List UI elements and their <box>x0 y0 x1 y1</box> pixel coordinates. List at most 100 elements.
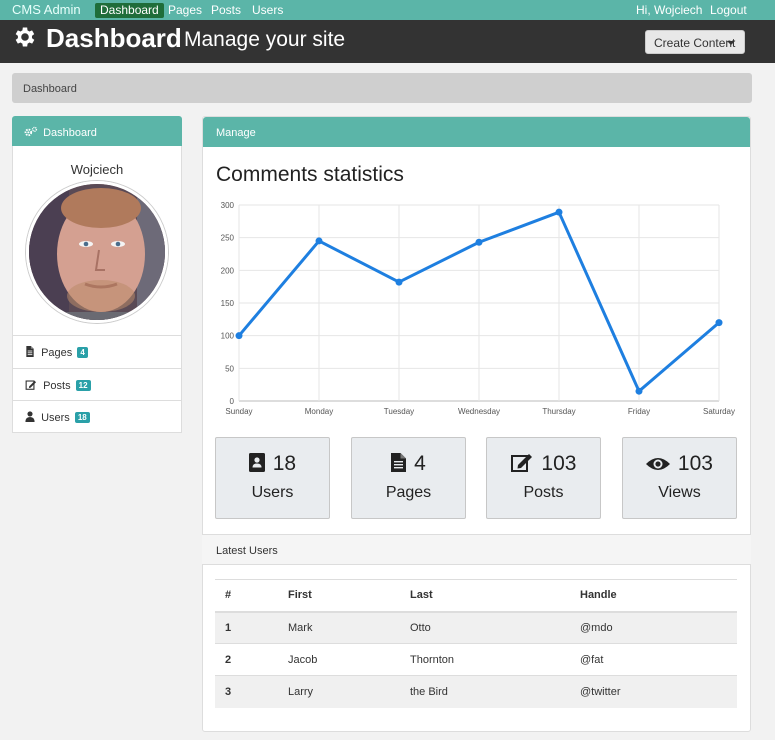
latest-users-heading: Latest Users <box>202 534 751 565</box>
y-tick-label: 300 <box>221 201 235 210</box>
y-tick-label: 200 <box>221 266 235 275</box>
data-point <box>555 208 563 216</box>
count-badge: 18 <box>74 412 90 423</box>
table-cell: Mark <box>278 611 400 644</box>
stat-label: Views <box>658 484 701 501</box>
stat-label: Users <box>251 484 294 501</box>
data-point <box>475 238 483 246</box>
sidebar-item-label: Pages <box>41 347 73 359</box>
cogs-icon <box>24 126 38 137</box>
y-tick-label: 50 <box>225 364 234 373</box>
profile-name: Wojciech <box>70 162 124 177</box>
comments-line-chart: 0 50 100 150 200 250 300 Sunday Monday Tuesday Wed… <box>221 201 735 416</box>
nav-posts[interactable]: Posts <box>211 3 241 17</box>
gear-icon <box>15 27 35 47</box>
count-badge: 12 <box>75 380 91 391</box>
x-tick-label: Friday <box>628 407 650 416</box>
sidebar: Dashboard Wojciech Pages 4 Posts 12 User… <box>12 116 182 433</box>
stat-label: Pages <box>385 484 432 501</box>
main-heading: Manage <box>203 117 750 147</box>
table-cell: Larry <box>278 675 400 708</box>
y-tick-label: 100 <box>221 332 235 341</box>
sidebar-heading-label: Dashboard <box>43 127 97 139</box>
column-header: First <box>278 579 400 613</box>
latest-users-table: # First Last Handle 1 Mark Otto @mdo 2 J… <box>215 579 737 708</box>
avatar <box>26 181 168 323</box>
stat-users-card[interactable]: 18 Users <box>215 437 330 519</box>
chart-title: Comments statistics <box>216 163 404 186</box>
page-title: Dashboard <box>46 23 182 53</box>
data-point <box>715 319 723 327</box>
table-cell: 3 <box>215 675 278 708</box>
sidebar-item-posts[interactable]: Posts 12 <box>13 368 181 400</box>
table-row: 3 Larry the Bird @twitter <box>215 675 737 708</box>
column-header: Last <box>400 579 570 613</box>
count-badge: 4 <box>77 347 88 358</box>
table-row: 2 Jacob Thornton @fat <box>215 643 737 676</box>
table-cell: 2 <box>215 643 278 676</box>
edit-icon <box>510 454 532 472</box>
sidebar-item-label: Posts <box>43 380 71 392</box>
x-tick-label: Monday <box>305 407 333 416</box>
x-tick-label: Sunday <box>225 407 252 416</box>
create-content-button[interactable]: Create Content <box>645 30 745 54</box>
table-cell: Jacob <box>278 643 400 676</box>
eye-icon <box>646 458 671 470</box>
stat-posts-card[interactable]: 103 Posts <box>486 437 601 519</box>
stat-value-row: 4 <box>352 452 465 476</box>
data-point <box>235 332 243 340</box>
stat-pages-card[interactable]: 4 Pages <box>351 437 466 519</box>
stat-value: 103 <box>677 452 713 475</box>
x-tick-label: Wednesday <box>458 407 500 416</box>
y-tick-label: 250 <box>221 234 235 243</box>
nav-dashboard[interactable]: Dashboard <box>95 3 164 18</box>
y-tick-label: 0 <box>230 397 235 406</box>
sidebar-heading[interactable]: Dashboard <box>12 116 182 146</box>
edit-icon <box>25 380 37 390</box>
table-cell: @fat <box>570 643 737 676</box>
nav-logout[interactable]: Logout <box>710 3 747 17</box>
main-panel: Manage Comments statistics 0 50 100 150 200 2… <box>202 116 751 732</box>
column-header: # <box>215 579 278 613</box>
table-row: 1 Mark Otto @mdo <box>215 611 737 644</box>
user-icon <box>25 411 35 422</box>
x-tick-label: Saturday <box>703 407 735 416</box>
stat-label: Posts <box>523 484 564 501</box>
table-cell: @mdo <box>570 611 737 644</box>
stat-value: 4 <box>414 452 426 475</box>
caret-down-icon <box>727 41 735 45</box>
top-navbar: CMS Admin Dashboard Pages Posts Users Hi… <box>0 0 775 20</box>
data-point <box>635 387 643 395</box>
table-cell: Otto <box>400 611 570 644</box>
contact-card-icon <box>248 453 265 472</box>
page-header: Dashboard Manage your site Create Conten… <box>0 20 775 63</box>
table-cell: the Bird <box>400 675 570 708</box>
stat-value-row: 18 <box>216 452 329 476</box>
stat-value: 103 <box>541 452 577 475</box>
sidebar-item-users[interactable]: Users 18 <box>13 400 181 432</box>
table-header-row: # First Last Handle <box>215 579 737 613</box>
brand-link[interactable]: CMS Admin <box>12 2 81 17</box>
file-icon <box>26 346 34 357</box>
nav-greeting[interactable]: Hi, Wojciech <box>636 3 702 17</box>
breadcrumb-item: Dashboard <box>23 83 77 95</box>
table-cell: 1 <box>215 611 278 644</box>
x-tick-label: Tuesday <box>384 407 414 416</box>
column-header: Handle <box>570 579 737 613</box>
table-cell: Thornton <box>400 643 570 676</box>
data-point <box>395 278 403 286</box>
stat-value-row: 103 <box>623 452 736 476</box>
profile-card: Wojciech <box>12 146 182 336</box>
data-point <box>315 237 323 245</box>
stat-value: 18 <box>272 452 297 475</box>
nav-pages[interactable]: Pages <box>168 3 202 17</box>
nav-users[interactable]: Users <box>252 3 283 17</box>
sidebar-item-label: Users <box>41 412 70 424</box>
stat-views-card[interactable]: 103 Views <box>622 437 737 519</box>
y-tick-label: 150 <box>221 299 235 308</box>
sidebar-list: Pages 4 Posts 12 Users 18 <box>12 336 182 433</box>
sidebar-item-pages[interactable]: Pages 4 <box>13 336 181 368</box>
page-subtitle: Manage your site <box>184 28 346 51</box>
table-cell: @twitter <box>570 675 737 708</box>
stat-value-row: 103 <box>487 452 600 476</box>
